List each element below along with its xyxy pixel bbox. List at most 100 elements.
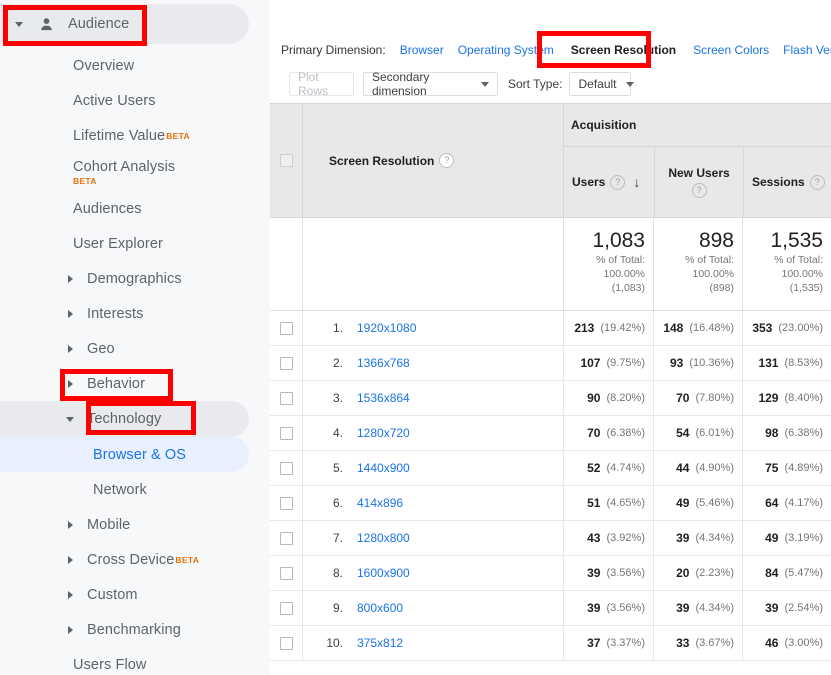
row-cell-new-users: 54 (6.01%) bbox=[653, 416, 742, 450]
column-header-users[interactable]: Users ? ↓ bbox=[564, 147, 654, 217]
row-dimension-link[interactable]: 414x896 bbox=[357, 496, 403, 510]
secondary-dimension-dropdown[interactable]: Secondary dimension bbox=[363, 70, 498, 98]
row-dimension-link[interactable]: 1366x768 bbox=[357, 356, 410, 370]
summary-value: 898 bbox=[698, 229, 734, 252]
primary-dimension-flash-version[interactable]: Flash Version bbox=[783, 43, 831, 57]
column-header-new-users[interactable]: New Users ? bbox=[654, 147, 743, 217]
row-checkbox-cell[interactable] bbox=[270, 346, 302, 380]
row-checkbox-cell[interactable] bbox=[270, 381, 302, 415]
row-index: 3. bbox=[332, 391, 343, 405]
table-row[interactable]: 6. 414x896 51 (4.65%) 49 (5.46%) 64 (4.17%) bbox=[270, 486, 831, 521]
row-dimension-link[interactable]: 1440x900 bbox=[357, 461, 410, 475]
row-dimension-link[interactable]: 1536x864 bbox=[357, 391, 410, 405]
row-checkbox-cell[interactable] bbox=[270, 591, 302, 625]
select-all-checkbox[interactable] bbox=[279, 154, 293, 167]
row-dimension-link[interactable]: 375x812 bbox=[357, 636, 403, 650]
sidebar-item-network[interactable]: Network bbox=[0, 472, 249, 507]
row-checkbox-cell[interactable] bbox=[270, 626, 302, 660]
row-checkbox[interactable] bbox=[279, 356, 293, 370]
row-checkbox[interactable] bbox=[279, 426, 293, 440]
sidebar-item-label: Demographics bbox=[87, 270, 182, 287]
sidebar-item-technology[interactable]: Technology bbox=[0, 401, 249, 437]
column-header-label: New Users bbox=[668, 166, 730, 180]
primary-dimension-screen-colors[interactable]: Screen Colors bbox=[693, 43, 769, 57]
row-checkbox[interactable] bbox=[279, 566, 293, 580]
row-checkbox[interactable] bbox=[279, 531, 293, 545]
chevron-right-icon bbox=[63, 520, 77, 529]
sidebar-item-active-users[interactable]: Active Users bbox=[0, 83, 249, 118]
row-index: 2. bbox=[332, 356, 343, 370]
sidebar-item-lifetime-value[interactable]: Lifetime Value BETA bbox=[0, 118, 249, 153]
row-checkbox-cell[interactable] bbox=[270, 521, 302, 555]
sidebar-item-interests[interactable]: Interests bbox=[0, 296, 249, 331]
sidebar-item-mobile[interactable]: Mobile bbox=[0, 507, 249, 542]
row-checkbox[interactable] bbox=[279, 321, 293, 335]
table-row[interactable]: 5. 1440x900 52 (4.74%) 44 (4.90%) 75 (4.89%… bbox=[270, 451, 831, 486]
table-row[interactable]: 9. 800x600 39 (3.56%) 39 (4.34%) 39 (2.54%) bbox=[270, 591, 831, 626]
help-icon[interactable]: ? bbox=[691, 183, 707, 198]
chevron-right-icon bbox=[63, 309, 77, 318]
row-cell-sessions: 64 (4.17%) bbox=[742, 486, 831, 520]
primary-dimension-browser[interactable]: Browser bbox=[400, 43, 444, 57]
help-icon[interactable]: ? bbox=[610, 174, 626, 190]
sidebar-item-geo[interactable]: Geo bbox=[0, 331, 249, 366]
table-row[interactable]: 7. 1280x800 43 (3.92%) 39 (4.34%) 49 (3.19%… bbox=[270, 521, 831, 556]
sidebar-item-audiences[interactable]: Audiences bbox=[0, 191, 249, 226]
primary-dimension-screen-resolution[interactable]: Screen Resolution bbox=[571, 43, 676, 57]
sidebar-item-browser-and-os[interactable]: Browser & OS bbox=[0, 437, 249, 472]
sidebar-item-label: User Explorer bbox=[73, 235, 163, 252]
table-row[interactable]: 1. 1920x1080 213 (19.42%) 148 (16.48%) 353… bbox=[270, 311, 831, 346]
row-checkbox-cell[interactable] bbox=[270, 486, 302, 520]
row-cell-new-users: 148 (16.48%) bbox=[653, 311, 742, 345]
table-row[interactable]: 8. 1600x900 39 (3.56%) 20 (2.23%) 84 (5.47%… bbox=[270, 556, 831, 591]
help-icon[interactable]: ? bbox=[439, 153, 455, 168]
row-index: 10. bbox=[326, 636, 343, 650]
sidebar-item-overview[interactable]: Overview bbox=[0, 48, 249, 83]
row-cell-new-users: 33 (3.67%) bbox=[653, 626, 742, 660]
row-checkbox[interactable] bbox=[279, 461, 293, 475]
table-row[interactable]: 4. 1280x720 70 (6.38%) 54 (6.01%) 98 (6.38%… bbox=[270, 416, 831, 451]
column-header-sessions[interactable]: Sessions ? bbox=[743, 147, 831, 217]
sidebar-item-user-explorer[interactable]: User Explorer bbox=[0, 226, 249, 261]
sidebar-section-audience[interactable]: Audience bbox=[0, 4, 249, 44]
row-checkbox[interactable] bbox=[279, 601, 293, 615]
row-cell-users: 51 (4.65%) bbox=[563, 486, 653, 520]
row-checkbox[interactable] bbox=[279, 496, 293, 510]
row-dimension-link[interactable]: 800x600 bbox=[357, 601, 403, 615]
sidebar-item-custom[interactable]: Custom bbox=[0, 577, 249, 612]
row-checkbox-cell[interactable] bbox=[270, 311, 302, 345]
sidebar-item-cross-device[interactable]: Cross Device BETA bbox=[0, 542, 249, 577]
plot-rows-button[interactable]: Plot Rows bbox=[289, 70, 354, 98]
row-checkbox-cell[interactable] bbox=[270, 556, 302, 590]
table-row[interactable]: 3. 1536x864 90 (8.20%) 70 (7.80%) 129 (8.40… bbox=[270, 381, 831, 416]
summary-total: (898) bbox=[709, 281, 734, 294]
row-checkbox-cell[interactable] bbox=[270, 451, 302, 485]
row-dimension-link[interactable]: 1280x720 bbox=[357, 426, 410, 440]
dimension-header-cell[interactable]: Screen Resolution ? bbox=[302, 104, 563, 217]
sidebar-item-behavior[interactable]: Behavior bbox=[0, 366, 249, 401]
sidebar-item-users-flow[interactable]: Users Flow bbox=[0, 647, 249, 675]
sort-type-dropdown[interactable]: Default bbox=[569, 72, 634, 96]
beta-badge: BETA bbox=[73, 176, 97, 186]
sidebar-item-cohort-analysis[interactable]: Cohort Analysis BETA bbox=[0, 153, 249, 191]
sidebar-item-benchmarking[interactable]: Benchmarking bbox=[0, 612, 249, 647]
summary-pct: 100.00% bbox=[603, 267, 645, 280]
chevron-right-icon bbox=[63, 625, 77, 634]
row-checkbox-cell[interactable] bbox=[270, 416, 302, 450]
sort-descending-icon[interactable]: ↓ bbox=[633, 175, 640, 189]
row-cell-users: 43 (3.92%) bbox=[563, 521, 653, 555]
table-row[interactable]: 10. 375x812 37 (3.37%) 33 (3.67%) 46 (3.00%… bbox=[270, 626, 831, 661]
row-checkbox[interactable] bbox=[279, 391, 293, 405]
data-table: Screen Resolution ? Acquisition Users ? … bbox=[270, 103, 831, 661]
row-checkbox[interactable] bbox=[279, 636, 293, 650]
primary-dimension-operating-system[interactable]: Operating System bbox=[458, 43, 554, 57]
table-row[interactable]: 2. 1366x768 107 (9.75%) 93 (10.36%) 131 (8.… bbox=[270, 346, 831, 381]
row-dimension-link[interactable]: 1600x900 bbox=[357, 566, 410, 580]
row-dimension-link[interactable]: 1280x800 bbox=[357, 531, 410, 545]
help-icon[interactable]: ? bbox=[809, 174, 825, 190]
select-all-checkbox-cell[interactable] bbox=[270, 104, 302, 217]
sidebar-item-demographics[interactable]: Demographics bbox=[0, 261, 249, 296]
row-dimension-link[interactable]: 1920x1080 bbox=[357, 321, 416, 335]
sidebar-item-label: Behavior bbox=[87, 375, 146, 392]
left-sidebar: Audience Overview Active Users Lifetime … bbox=[0, 0, 270, 675]
